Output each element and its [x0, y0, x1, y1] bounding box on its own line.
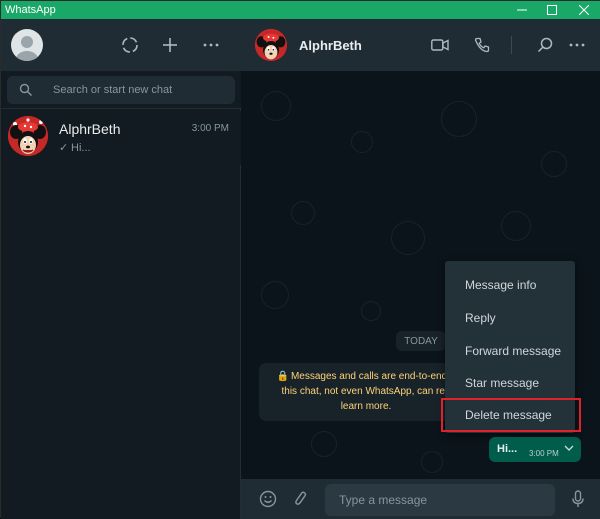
- search-icon: [537, 37, 553, 53]
- background-doodle: [361, 301, 381, 321]
- message-time: 3:00 PM: [529, 449, 559, 458]
- more-horizontal-icon: [569, 43, 585, 47]
- more-horizontal-icon: [203, 43, 219, 47]
- minnie-avatar-image: [8, 116, 48, 156]
- date-chip: TODAY: [396, 331, 446, 351]
- search-input[interactable]: [53, 80, 223, 100]
- lock-icon: 🔒: [276, 371, 289, 382]
- background-doodle: [261, 281, 289, 309]
- attach-button[interactable]: [290, 488, 312, 510]
- search-box: [7, 76, 235, 104]
- conversation-menu-button[interactable]: [566, 34, 588, 56]
- maximize-icon: [547, 5, 557, 15]
- background-doodle: [391, 221, 425, 255]
- status-icon: [122, 37, 138, 53]
- microphone-icon: [572, 490, 584, 507]
- minimize-icon: [517, 9, 527, 11]
- menu-item-star-message[interactable]: Star message: [445, 367, 575, 399]
- message-input[interactable]: [339, 490, 539, 510]
- voice-call-button[interactable]: [471, 34, 493, 56]
- message-context-menu: Message info Reply Forward message Star …: [441, 261, 581, 433]
- chat-name: AlphrBeth: [59, 121, 121, 137]
- menu-button[interactable]: [200, 34, 222, 56]
- chat-preview: Hi...: [71, 142, 91, 154]
- sent-check-icon: ✓: [59, 142, 69, 154]
- video-camera-icon: [431, 39, 449, 51]
- emoji-icon: [259, 490, 277, 508]
- background-doodle: [541, 151, 567, 177]
- background-doodle: [351, 131, 373, 153]
- minimize-button[interactable]: [507, 1, 537, 19]
- conversation-title[interactable]: AlphrBeth: [299, 38, 362, 53]
- message-composer: [241, 479, 600, 519]
- close-icon: [579, 5, 589, 15]
- encryption-notice[interactable]: 🔒 Messages and calls are end-to-end e thi…: [259, 363, 469, 421]
- app-window: WhatsApp Search or start new chat AlphrB…: [0, 0, 600, 519]
- menu-item-delete-message[interactable]: Delete message: [441, 398, 581, 432]
- menu-item-forward-message[interactable]: Forward message: [445, 335, 575, 367]
- background-doodle: [311, 431, 337, 457]
- search-icon: [19, 83, 32, 96]
- header-divider: [511, 36, 512, 54]
- chevron-down-icon: [564, 445, 574, 451]
- emoji-button[interactable]: [257, 488, 279, 510]
- background-doodle: [291, 201, 315, 225]
- status-button[interactable]: [119, 34, 141, 56]
- left-header: [1, 19, 241, 71]
- chat-list-panel: AlphrBeth 3:00 PM ✓ Hi...: [1, 19, 241, 519]
- message-text: Hi...: [497, 443, 518, 455]
- background-doodle: [441, 101, 477, 137]
- outgoing-message[interactable]: Hi... 3:00 PM: [489, 437, 581, 462]
- message-area: TODAY 🔒 Messages and calls are end-to-end…: [241, 71, 600, 479]
- paperclip-icon: [295, 491, 307, 505]
- default-profile-icon: [16, 36, 38, 61]
- voice-message-button[interactable]: [567, 488, 589, 510]
- contact-avatar: [8, 116, 48, 156]
- conversation-avatar[interactable]: [255, 29, 287, 61]
- phone-icon: [474, 37, 490, 53]
- menu-item-message-info[interactable]: Message info: [445, 269, 575, 301]
- message-input-box: [325, 484, 555, 516]
- conversation-header: AlphrBeth: [241, 19, 600, 71]
- minnie-avatar-image: [255, 29, 287, 61]
- conversation-panel: AlphrBeth TODAY 🔒 Messages and calls are…: [241, 19, 600, 519]
- chat-time: 3:00 PM: [191, 123, 229, 134]
- background-doodle: [261, 91, 291, 121]
- close-button[interactable]: [569, 1, 599, 19]
- encryption-notice-text: Messages and calls are end-to-end e this…: [281, 371, 456, 412]
- menu-item-reply[interactable]: Reply: [445, 302, 575, 334]
- search-messages-button[interactable]: [534, 34, 556, 56]
- message-options-button[interactable]: [561, 440, 577, 456]
- chat-list-item[interactable]: AlphrBeth 3:00 PM ✓ Hi...: [1, 111, 241, 165]
- background-doodle: [501, 211, 531, 241]
- plus-icon: [163, 38, 177, 52]
- title-bar: WhatsApp: [1, 1, 600, 19]
- background-doodle: [421, 451, 443, 473]
- video-call-button[interactable]: [429, 34, 451, 56]
- window-title: WhatsApp: [5, 4, 56, 16]
- search-area: [1, 71, 241, 109]
- new-chat-button[interactable]: [159, 34, 181, 56]
- my-avatar[interactable]: [11, 29, 43, 61]
- maximize-button[interactable]: [537, 1, 567, 19]
